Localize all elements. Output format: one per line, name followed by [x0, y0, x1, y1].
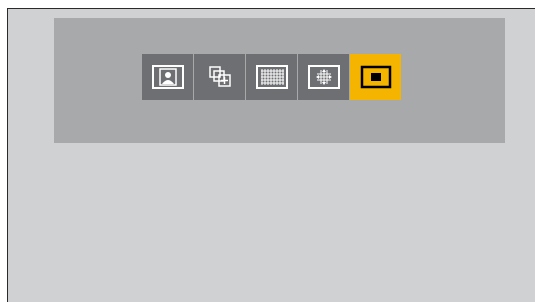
single-area-icon: [360, 65, 391, 89]
af-mode-custom-multi-button[interactable]: [298, 54, 349, 100]
af-mode-tracking-button[interactable]: [194, 54, 245, 100]
camera-screen: [7, 8, 535, 302]
custom-multi-icon: [307, 65, 340, 89]
af-mode-selector: [142, 54, 401, 100]
af-mode-multi-area-button[interactable]: [246, 54, 297, 100]
tracking-icon: [208, 66, 231, 87]
af-mode-face-detection-button[interactable]: [142, 54, 193, 100]
multi-area-grid-icon: [255, 65, 288, 89]
face-detection-icon: [151, 65, 184, 89]
af-mode-single-area-button[interactable]: [350, 54, 401, 100]
